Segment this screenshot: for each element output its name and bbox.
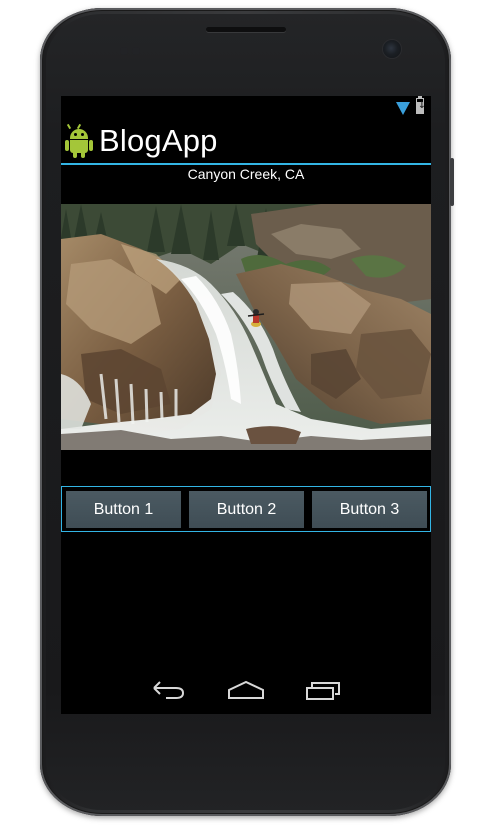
android-antenna-left: [66, 123, 72, 130]
button-2[interactable]: Button 2: [189, 491, 304, 528]
button-3[interactable]: Button 3: [312, 491, 427, 528]
android-eye-left: [74, 133, 77, 136]
wifi-icon: [396, 102, 410, 115]
back-icon[interactable]: [148, 678, 188, 702]
device-screen: ↓ BlogApp Canyon Creek, CA Button 1 Butt…: [61, 96, 431, 714]
navigation-bar: [61, 666, 431, 714]
action-bar: BlogApp: [61, 118, 431, 165]
power-button: [450, 158, 454, 206]
android-head: [70, 129, 88, 139]
light-sensor: [132, 47, 140, 55]
location-label: Canyon Creek, CA: [187, 166, 305, 182]
earpiece-speaker: [206, 27, 286, 32]
android-arm-left: [65, 140, 69, 151]
android-leg-right: [81, 151, 85, 158]
action-bar-divider: [61, 163, 431, 165]
status-bar: ↓: [61, 96, 431, 118]
proximity-sensor: [120, 47, 128, 55]
front-camera: [383, 40, 401, 58]
button-1[interactable]: Button 1: [66, 491, 181, 528]
android-app-icon[interactable]: [65, 123, 93, 159]
battery-charging-icon: ↓: [418, 101, 426, 111]
home-icon[interactable]: [226, 678, 266, 702]
waterfall-photo: [61, 204, 431, 450]
android-arm-right: [89, 140, 93, 151]
button-bar: Button 1 Button 2 Button 3: [61, 486, 431, 532]
recents-icon[interactable]: [304, 678, 344, 702]
app-title: BlogApp: [99, 123, 218, 158]
android-eye-right: [81, 133, 84, 136]
android-leg-left: [73, 151, 77, 158]
battery-icon: ↓: [416, 96, 426, 114]
